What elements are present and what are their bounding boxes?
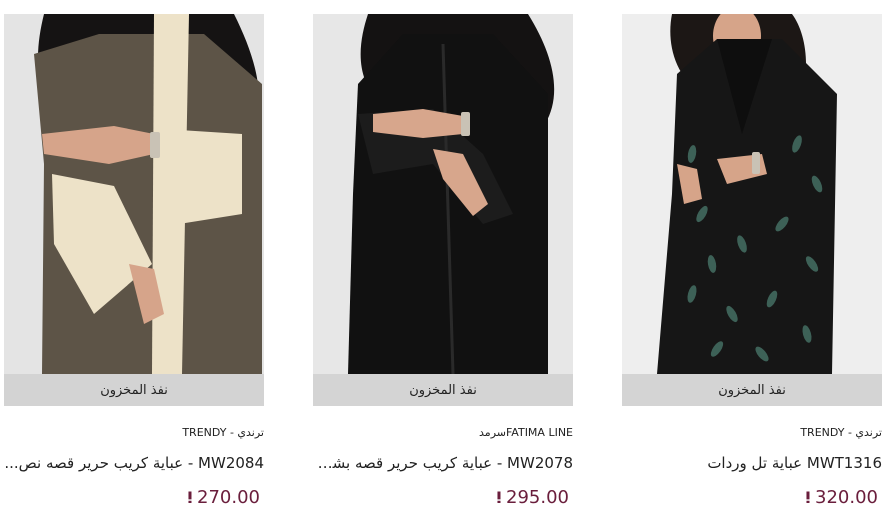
- price-value: 295.00: [506, 487, 569, 508]
- out-of-stock-badge: نفذ المخزون: [313, 374, 573, 406]
- product-card[interactable]: نفذ المخزون TRENDY - ترندي MWT1316 عباية…: [622, 14, 882, 514]
- product-brand[interactable]: TRENDY - ترندي: [622, 426, 882, 439]
- riyal-icon: ⵑ: [187, 488, 194, 507]
- product-image[interactable]: نفذ المخزون: [622, 14, 882, 406]
- product-brand[interactable]: سرمدFATIMA LINE: [313, 426, 573, 439]
- riyal-icon: ⵑ: [805, 488, 812, 507]
- riyal-icon: ⵑ: [496, 488, 503, 507]
- product-title[interactable]: MW2084 - عباية كريب حرير قصه نص...: [4, 454, 264, 472]
- product-image[interactable]: نفذ المخزون: [313, 14, 573, 406]
- product-card[interactable]: نفذ المخزون سرمدFATIMA LINE MW2078 - عبا…: [313, 14, 573, 514]
- price-value: 270.00: [197, 487, 260, 508]
- product-title[interactable]: MWT1316 عباية تل وردات: [622, 454, 882, 472]
- product-price: ⵑ 270.00: [187, 487, 260, 508]
- product-price: ⵑ 320.00: [805, 487, 878, 508]
- abaya-photo-khaki: [4, 14, 264, 406]
- product-brand[interactable]: TRENDY - ترندي: [4, 426, 264, 439]
- product-title[interactable]: MW2078 - عباية كريب حرير قصه بشت م...: [313, 454, 573, 472]
- abaya-photo-black: [313, 14, 573, 406]
- product-price: ⵑ 295.00: [496, 487, 569, 508]
- product-card[interactable]: نفذ المخزون TRENDY - ترندي MW2084 - عباي…: [4, 14, 264, 514]
- out-of-stock-badge: نفذ المخزون: [622, 374, 882, 406]
- abaya-photo-embellished: [622, 14, 882, 406]
- price-value: 320.00: [815, 487, 878, 508]
- product-image[interactable]: نفذ المخزون: [4, 14, 264, 406]
- out-of-stock-badge: نفذ المخزون: [4, 374, 264, 406]
